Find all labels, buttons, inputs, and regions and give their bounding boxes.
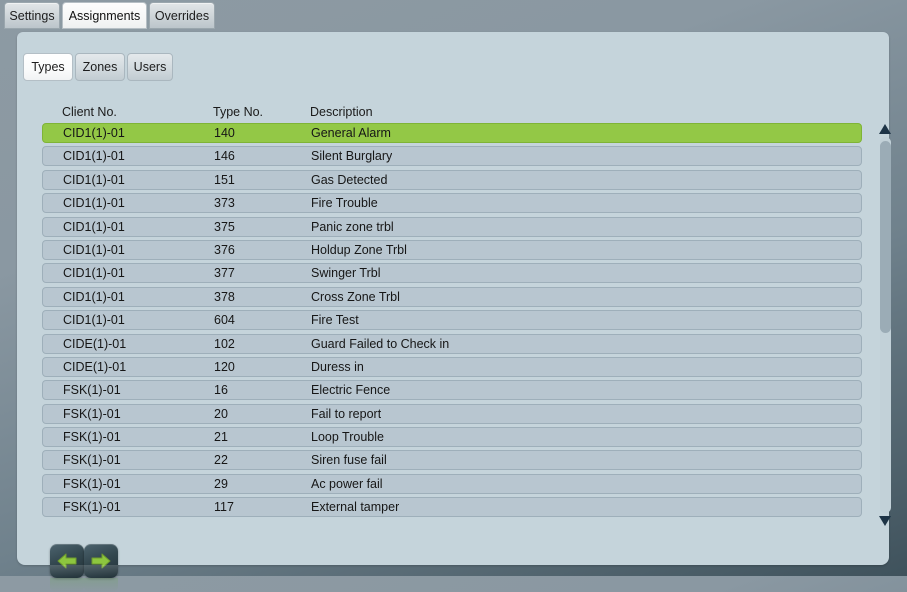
cell-client-no: FSK(1)-01 [63,453,121,468]
table-row[interactable]: CID1(1)-01 376 Holdup Zone Trbl [42,239,862,260]
previous-page-button[interactable] [50,544,84,578]
table-row[interactable]: CIDE(1)-01 102 Guard Failed to Check in [42,333,862,354]
cell-description: Guard Failed to Check in [311,336,450,351]
subtab-users[interactable]: Users [127,53,173,81]
subtab-types[interactable]: Types [23,53,73,81]
table-row[interactable]: FSK(1)-01 21 Loop Trouble [42,427,862,448]
cell-type-no: 20 [214,406,228,421]
table-scrollbar[interactable] [875,123,895,527]
table-row[interactable]: CID1(1)-01 378 Cross Zone Trbl [42,286,862,307]
cell-client-no: FSK(1)-01 [63,406,121,421]
cell-description: Swinger Trbl [311,266,381,281]
table-row[interactable]: FSK(1)-01 20 Fail to report [42,403,862,424]
cell-description: Fail to report [311,406,382,421]
cell-type-no: 16 [214,383,228,398]
cell-client-no: CIDE(1)-01 [63,336,127,351]
table-body: CID1(1)-01 140 General Alarm CID1(1)-01 146 S… [42,123,862,527]
cell-type-no: 151 [214,172,235,187]
cell-client-no: CID1(1)-01 [63,313,125,328]
previous-button-reflection [50,578,84,592]
cell-description: Silent Burglary [311,149,393,164]
cell-client-no: CID1(1)-01 [63,266,125,281]
cell-description: Siren fuse fail [311,453,387,468]
table-row[interactable]: CID1(1)-01 151 Gas Detected [42,169,862,190]
cell-client-no: CID1(1)-01 [63,149,125,164]
cell-type-no: 21 [214,430,228,445]
cell-client-no: CID1(1)-01 [63,196,125,211]
cell-type-no: 146 [214,149,235,164]
table-row[interactable]: CID1(1)-01 604 Fire Test [42,310,862,331]
next-page-button[interactable] [84,544,118,578]
cell-type-no: 120 [214,359,235,374]
scroll-up-button[interactable] [878,123,892,135]
triangle-up-icon [879,124,891,134]
arrow-right-icon [91,553,111,569]
cell-description: Electric Fence [311,383,391,398]
cell-type-no: 377 [214,266,235,281]
cell-client-no: CIDE(1)-01 [63,359,127,374]
cell-client-no: CID1(1)-01 [63,172,125,187]
cell-description: Fire Trouble [311,196,378,211]
cell-client-no: FSK(1)-01 [63,476,121,491]
subtab-zones[interactable]: Zones [75,53,125,81]
table-row[interactable]: CID1(1)-01 375 Panic zone trbl [42,216,862,237]
cell-description: Holdup Zone Trbl [311,242,407,257]
column-header-type-no: Type No. [213,105,264,119]
column-header-client-no: Client No. [62,105,117,119]
cell-description: External tamper [311,500,400,515]
tab-assignments[interactable]: Assignments [62,2,147,29]
cell-type-no: 22 [214,453,228,468]
cell-client-no: CID1(1)-01 [63,126,125,140]
next-button-reflection [84,578,118,592]
scrollbar-thumb[interactable] [880,141,891,333]
cell-client-no: CID1(1)-01 [63,289,125,304]
assignments-panel: Types Zones Users Client No. Type No. De… [17,32,891,592]
table-row[interactable]: FSK(1)-01 29 Ac power fail [42,473,862,494]
main-tab-bar: Settings Assignments Overrides [0,0,907,32]
cell-type-no: 376 [214,242,235,257]
cell-description: Loop Trouble [311,430,384,445]
table-row[interactable]: CID1(1)-01 377 Swinger Trbl [42,263,862,284]
cell-description: Cross Zone Trbl [311,289,400,304]
types-table: Client No. Type No. Description CID1(1)-… [42,105,891,545]
cell-client-no: FSK(1)-01 [63,500,121,515]
table-header-row: Client No. Type No. Description [42,105,889,122]
cell-description: Ac power fail [311,476,383,491]
cell-type-no: 604 [214,313,235,328]
cell-type-no: 373 [214,196,235,211]
cell-client-no: CID1(1)-01 [63,219,125,234]
table-row[interactable]: CIDE(1)-01 120 Duress in [42,356,862,377]
cell-description: General Alarm [311,126,391,140]
table-row[interactable]: CID1(1)-01 140 General Alarm [42,123,862,143]
triangle-down-icon [879,516,891,526]
cell-description: Gas Detected [311,172,388,187]
tab-overrides[interactable]: Overrides [149,2,215,29]
table-row[interactable]: FSK(1)-01 22 Siren fuse fail [42,450,862,471]
table-row[interactable]: CID1(1)-01 146 Silent Burglary [42,146,862,167]
table-row[interactable]: FSK(1)-01 117 External tamper [42,497,862,518]
column-header-description: Description [310,105,373,119]
cell-description: Duress in [311,359,364,374]
cell-client-no: FSK(1)-01 [63,383,121,398]
cell-type-no: 375 [214,219,235,234]
cell-client-no: CID1(1)-01 [63,242,125,257]
tab-settings[interactable]: Settings [4,2,60,29]
cell-client-no: FSK(1)-01 [63,430,121,445]
cell-type-no: 29 [214,476,228,491]
cell-description: Panic zone trbl [311,219,394,234]
arrow-left-icon [57,553,77,569]
cell-description: Fire Test [311,313,359,328]
scroll-down-button[interactable] [878,515,892,527]
cell-type-no: 378 [214,289,235,304]
cell-type-no: 117 [214,500,234,515]
cell-type-no: 102 [214,336,235,351]
table-row[interactable]: CID1(1)-01 373 Fire Trouble [42,193,862,214]
table-row[interactable]: FSK(1)-01 16 Electric Fence [42,380,862,401]
cell-type-no: 140 [214,126,235,140]
